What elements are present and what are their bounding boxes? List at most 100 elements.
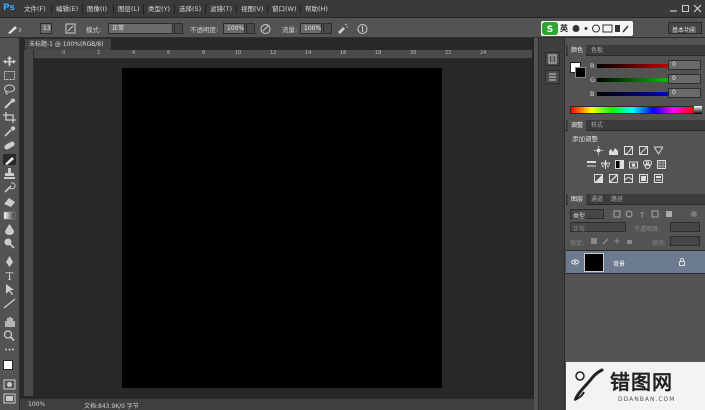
tab-channels[interactable]: 通道 [588, 194, 606, 205]
selective-color-icon[interactable] [654, 174, 663, 183]
gradient-tool-icon[interactable] [3, 210, 16, 221]
color-lookup-icon[interactable] [657, 160, 666, 169]
menu-view[interactable]: 视图(V) [241, 4, 264, 15]
menu-window[interactable]: 窗口(W) [272, 4, 297, 15]
crop-tool-icon[interactable] [3, 112, 16, 123]
svg-text:S: S [547, 25, 553, 35]
restore-icon[interactable] [681, 4, 690, 13]
invert-icon[interactable] [594, 174, 603, 183]
pressure-size-icon[interactable] [356, 22, 369, 35]
history-panel-icon[interactable] [545, 52, 560, 66]
quick-mask-icon[interactable] [3, 379, 16, 390]
layer-name[interactable]: 背景 [613, 259, 625, 268]
layer-filter-select[interactable]: 类型 [570, 209, 604, 220]
ime-lang-label[interactable]: 英 [560, 23, 568, 34]
close-icon[interactable] [693, 4, 702, 13]
vertical-ruler[interactable] [24, 50, 34, 396]
marquee-tool-icon[interactable] [3, 70, 16, 81]
curves-icon[interactable] [624, 146, 633, 155]
image-canvas[interactable] [122, 68, 442, 388]
color-spectrum[interactable] [570, 106, 695, 114]
line-tool-icon[interactable] [3, 298, 16, 309]
brush-size-value[interactable]: 13 [40, 23, 52, 34]
blue-value[interactable]: 0 [668, 88, 701, 98]
red-value[interactable]: 0 [668, 60, 701, 70]
menu-filter[interactable]: 滤镜(T) [210, 4, 232, 15]
photo-filter-icon[interactable] [629, 160, 638, 169]
menu-select[interactable]: 选择(S) [179, 4, 201, 15]
menu-image[interactable]: 图像(I) [87, 4, 107, 15]
eraser-tool-icon[interactable] [3, 196, 16, 207]
lock-icons[interactable] [590, 237, 634, 245]
black-white-icon[interactable] [615, 160, 624, 169]
layer-opacity-input[interactable] [670, 222, 700, 232]
layer-filter-icons[interactable]: T [610, 210, 700, 220]
tab-swatches[interactable]: 色板 [588, 45, 606, 56]
menu-type[interactable]: 类型(Y) [148, 4, 170, 15]
move-tool-icon[interactable] [3, 56, 16, 67]
zoom-level[interactable]: 100% [28, 401, 45, 408]
dodge-tool-icon[interactable] [3, 238, 16, 249]
gradient-map-icon[interactable] [639, 174, 648, 183]
flow-dropdown-icon[interactable] [323, 23, 332, 34]
airbrush-icon[interactable] [336, 22, 349, 35]
exposure-icon[interactable] [639, 146, 648, 155]
pressure-opacity-icon[interactable] [259, 22, 272, 35]
mode-select[interactable]: 正常 [108, 23, 173, 34]
quick-select-tool-icon[interactable] [3, 98, 16, 109]
tab-color[interactable]: 颜色 [568, 45, 587, 56]
ime-toolbar[interactable]: S 英 [541, 21, 633, 36]
visibility-eye-icon[interactable] [571, 258, 579, 266]
levels-icon[interactable] [609, 146, 618, 155]
eyedropper-tool-icon[interactable] [3, 126, 16, 137]
brush-tool-icon[interactable] [3, 154, 16, 165]
brush-preset-icon[interactable] [6, 22, 22, 35]
menu-edit[interactable]: 编辑(E) [56, 4, 78, 15]
flow-input[interactable]: 100% [300, 23, 322, 34]
threshold-icon[interactable] [624, 174, 633, 183]
layer-row-background[interactable]: 背景 [566, 250, 705, 274]
blend-mode-select[interactable]: 正常 [570, 222, 626, 233]
blur-tool-icon[interactable] [3, 224, 16, 235]
history-brush-tool-icon[interactable] [3, 182, 16, 193]
menu-layer[interactable]: 图层(L) [118, 4, 140, 15]
minimize-icon[interactable] [669, 4, 678, 13]
menu-help[interactable]: 帮助(H) [305, 4, 328, 15]
foreground-color-swatch[interactable] [3, 360, 13, 370]
tab-paths[interactable]: 路径 [608, 194, 626, 205]
brush-panel-icon[interactable] [64, 22, 77, 35]
ime-tools-icon[interactable] [572, 23, 630, 34]
healing-brush-tool-icon[interactable] [3, 140, 16, 151]
color-bg-swatch[interactable] [575, 67, 586, 78]
green-value[interactable]: 0 [668, 74, 701, 84]
grayscale-ramp[interactable] [694, 106, 702, 114]
tab-styles[interactable]: 样式 [588, 120, 606, 131]
horizontal-ruler[interactable]: 0 2 4 6 8 10 12 14 16 18 20 22 24 [34, 50, 532, 59]
screen-mode-icon[interactable] [3, 393, 16, 404]
fill-input[interactable] [670, 236, 700, 246]
opacity-dropdown-icon[interactable] [246, 23, 255, 34]
type-tool-icon[interactable]: T [3, 270, 16, 281]
workspace-select[interactable]: 基本功能 [668, 22, 702, 34]
brightness-icon[interactable] [594, 146, 603, 155]
vibrance-icon[interactable] [653, 146, 664, 155]
document-info[interactable]: 文档:843.9K/0 字节 [84, 401, 139, 410]
properties-panel-icon[interactable] [545, 70, 560, 84]
more-tools-icon[interactable] [3, 344, 16, 355]
color-balance-icon[interactable] [600, 160, 611, 169]
mode-dropdown-icon[interactable] [174, 23, 183, 34]
hue-saturation-icon[interactable] [587, 160, 596, 169]
zoom-tool-icon[interactable] [3, 330, 16, 341]
opacity-input[interactable]: 100% [223, 23, 245, 34]
menu-file[interactable]: 文件(F) [24, 4, 46, 15]
tab-layers[interactable]: 图层 [568, 194, 587, 205]
tab-adjustments[interactable]: 调整 [568, 120, 587, 131]
clone-stamp-tool-icon[interactable] [3, 168, 16, 179]
path-selection-tool-icon[interactable] [3, 284, 16, 295]
document-tab[interactable]: 未标题-1 @ 100%(RGB/8) [24, 38, 112, 50]
pen-tool-icon[interactable] [3, 256, 16, 267]
channel-mixer-icon[interactable] [643, 160, 652, 169]
lasso-tool-icon[interactable] [3, 84, 16, 95]
hand-tool-icon[interactable] [3, 316, 16, 327]
posterize-icon[interactable] [609, 174, 618, 183]
